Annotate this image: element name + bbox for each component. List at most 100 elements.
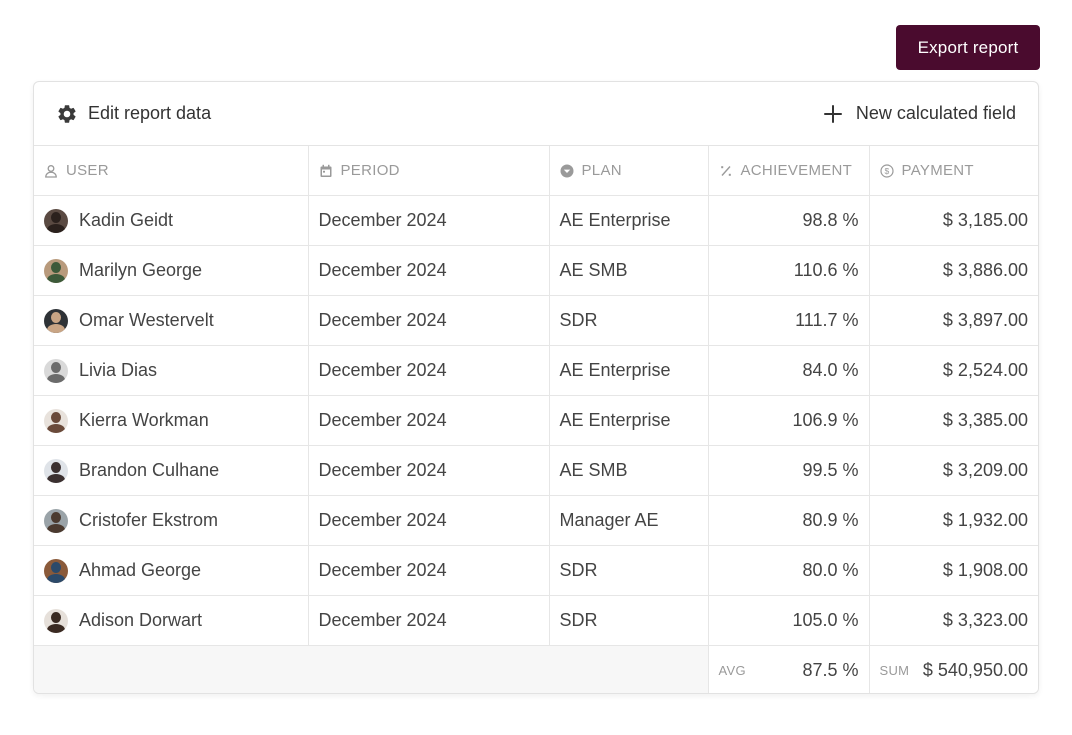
column-header-achievement[interactable]: ACHIEVEMENT xyxy=(708,146,870,196)
export-report-button[interactable]: Export report xyxy=(896,25,1040,70)
plan-cell[interactable]: AE SMB xyxy=(549,445,709,496)
gear-icon xyxy=(56,103,78,125)
user-name: Kierra Workman xyxy=(79,410,209,430)
user-name: Omar Westervelt xyxy=(79,310,214,330)
plan-cell[interactable]: AE SMB xyxy=(549,245,709,296)
payment-cell[interactable]: $ 1,932.00 xyxy=(869,495,1038,546)
sum-label: SUM xyxy=(879,663,910,678)
average-value: 87.5 % xyxy=(802,660,859,680)
plan-cell[interactable]: SDR xyxy=(549,295,709,346)
table-header-row: USER PERIOD PLAN ACHIEVEMENT $ PAYMENT xyxy=(34,146,1038,196)
table-body: Kadin Geidt December 2024 AE Enterprise 98.… xyxy=(34,195,1038,646)
plan-cell[interactable]: SDR xyxy=(549,545,709,596)
payment-cell[interactable]: $ 3,897.00 xyxy=(869,295,1038,346)
payment-cell[interactable]: $ 2,524.00 xyxy=(869,345,1038,396)
footer-average-cell: AVG 87.5 % xyxy=(708,645,870,693)
plan-cell[interactable]: AE Enterprise xyxy=(549,395,709,446)
payment-cell[interactable]: $ 3,185.00 xyxy=(869,195,1038,246)
column-header-achievement-label: ACHIEVEMENT xyxy=(740,162,853,179)
svg-text:$: $ xyxy=(884,166,889,176)
column-header-payment[interactable]: $ PAYMENT xyxy=(869,146,1038,196)
period-cell[interactable]: December 2024 xyxy=(308,195,550,246)
table-row[interactable]: Livia Dias December 2024 AE Enterprise 84.0… xyxy=(34,345,1038,396)
report-table: USER PERIOD PLAN ACHIEVEMENT $ PAYMENT K… xyxy=(34,146,1038,693)
payment-cell[interactable]: $ 1,908.00 xyxy=(869,545,1038,596)
user-cell[interactable]: Omar Westervelt xyxy=(34,295,309,346)
avatar xyxy=(44,558,68,583)
period-cell[interactable]: December 2024 xyxy=(308,445,550,496)
user-name: Cristofer Ekstrom xyxy=(79,510,219,530)
period-cell[interactable]: December 2024 xyxy=(308,545,550,596)
avatar xyxy=(44,458,68,483)
avatar xyxy=(44,608,68,633)
table-row[interactable]: Kierra Workman December 2024 AE Enterprise… xyxy=(34,395,1038,446)
user-name: Adison Dorwart xyxy=(79,610,203,630)
period-cell[interactable]: December 2024 xyxy=(308,245,550,296)
user-name: Kadin Geidt xyxy=(79,210,174,230)
user-name: Ahmad George xyxy=(79,560,202,580)
table-row[interactable]: Cristofer Ekstrom December 2024 Manager AE… xyxy=(34,495,1038,546)
user-name: Brandon Culhane xyxy=(79,460,220,480)
achievement-cell[interactable]: 105.0 % xyxy=(708,595,870,646)
achievement-cell[interactable]: 99.5 % xyxy=(708,445,870,496)
period-cell[interactable]: December 2024 xyxy=(308,395,550,446)
plan-cell[interactable]: AE Enterprise xyxy=(549,345,709,396)
percent-icon xyxy=(719,164,733,178)
sum-value: $ 540,950.00 xyxy=(922,660,1028,680)
table-row[interactable]: Adison Dorwart December 2024 SDR 105.0 % $ 3… xyxy=(34,595,1038,646)
avatar xyxy=(44,258,68,283)
plan-cell[interactable]: SDR xyxy=(549,595,709,646)
user-cell[interactable]: Ahmad George xyxy=(34,545,309,596)
user-cell[interactable]: Kadin Geidt xyxy=(34,195,309,246)
report-toolbar: Edit report data New calculated field xyxy=(34,82,1038,146)
calendar-icon xyxy=(319,164,333,178)
payment-cell[interactable]: $ 3,886.00 xyxy=(869,245,1038,296)
plan-cell[interactable]: AE Enterprise xyxy=(549,195,709,246)
period-cell[interactable]: December 2024 xyxy=(308,495,550,546)
edit-report-data-button[interactable]: Edit report data xyxy=(56,103,211,125)
user-cell[interactable]: Brandon Culhane xyxy=(34,445,309,496)
user-name: Livia Dias xyxy=(79,360,158,380)
avatar xyxy=(44,408,68,433)
table-row[interactable]: Brandon Culhane December 2024 AE SMB 99.5 %… xyxy=(34,445,1038,496)
new-calculated-field-button[interactable]: New calculated field xyxy=(822,103,1016,125)
payment-cell[interactable]: $ 3,209.00 xyxy=(869,445,1038,496)
plus-icon xyxy=(822,103,844,125)
edit-report-data-label: Edit report data xyxy=(88,103,212,123)
achievement-cell[interactable]: 98.8 % xyxy=(708,195,870,246)
table-row[interactable]: Ahmad George December 2024 SDR 80.0 % $ 1,90… xyxy=(34,545,1038,596)
column-header-user[interactable]: USER xyxy=(34,146,309,196)
payment-cell[interactable]: $ 3,385.00 xyxy=(869,395,1038,446)
user-icon xyxy=(44,164,58,178)
achievement-cell[interactable]: 106.9 % xyxy=(708,395,870,446)
column-header-period[interactable]: PERIOD xyxy=(308,146,550,196)
chevron-circle-icon xyxy=(560,164,574,178)
user-cell[interactable]: Cristofer Ekstrom xyxy=(34,495,309,546)
avatar xyxy=(44,508,68,533)
table-footer-row: AVG 87.5 % SUM $ 540,950.00 xyxy=(34,645,1038,693)
achievement-cell[interactable]: 111.7 % xyxy=(708,295,870,346)
table-row[interactable]: Kadin Geidt December 2024 AE Enterprise 98.… xyxy=(34,195,1038,246)
footer-spacer xyxy=(34,645,709,693)
column-header-plan-label: PLAN xyxy=(581,162,622,179)
achievement-cell[interactable]: 80.0 % xyxy=(708,545,870,596)
period-cell[interactable]: December 2024 xyxy=(308,595,550,646)
column-header-plan[interactable]: PLAN xyxy=(549,146,709,196)
achievement-cell[interactable]: 80.9 % xyxy=(708,495,870,546)
period-cell[interactable]: December 2024 xyxy=(308,345,550,396)
payment-cell[interactable]: $ 3,323.00 xyxy=(869,595,1038,646)
user-cell[interactable]: Adison Dorwart xyxy=(34,595,309,646)
new-calculated-field-label: New calculated field xyxy=(855,103,1016,123)
achievement-cell[interactable]: 110.6 % xyxy=(708,245,870,296)
achievement-cell[interactable]: 84.0 % xyxy=(708,345,870,396)
user-cell[interactable]: Kierra Workman xyxy=(34,395,309,446)
user-cell[interactable]: Livia Dias xyxy=(34,345,309,396)
dollar-circle-icon: $ xyxy=(879,163,894,178)
plan-cell[interactable]: Manager AE xyxy=(549,495,709,546)
table-row[interactable]: Omar Westervelt December 2024 SDR 111.7 % $ … xyxy=(34,295,1038,346)
user-cell[interactable]: Marilyn George xyxy=(34,245,309,296)
table-row[interactable]: Marilyn George December 2024 AE SMB 110.6 %… xyxy=(34,245,1038,296)
period-cell[interactable]: December 2024 xyxy=(308,295,550,346)
user-name: Marilyn George xyxy=(79,260,203,280)
report-card: Edit report data New calculated field US… xyxy=(33,81,1039,694)
